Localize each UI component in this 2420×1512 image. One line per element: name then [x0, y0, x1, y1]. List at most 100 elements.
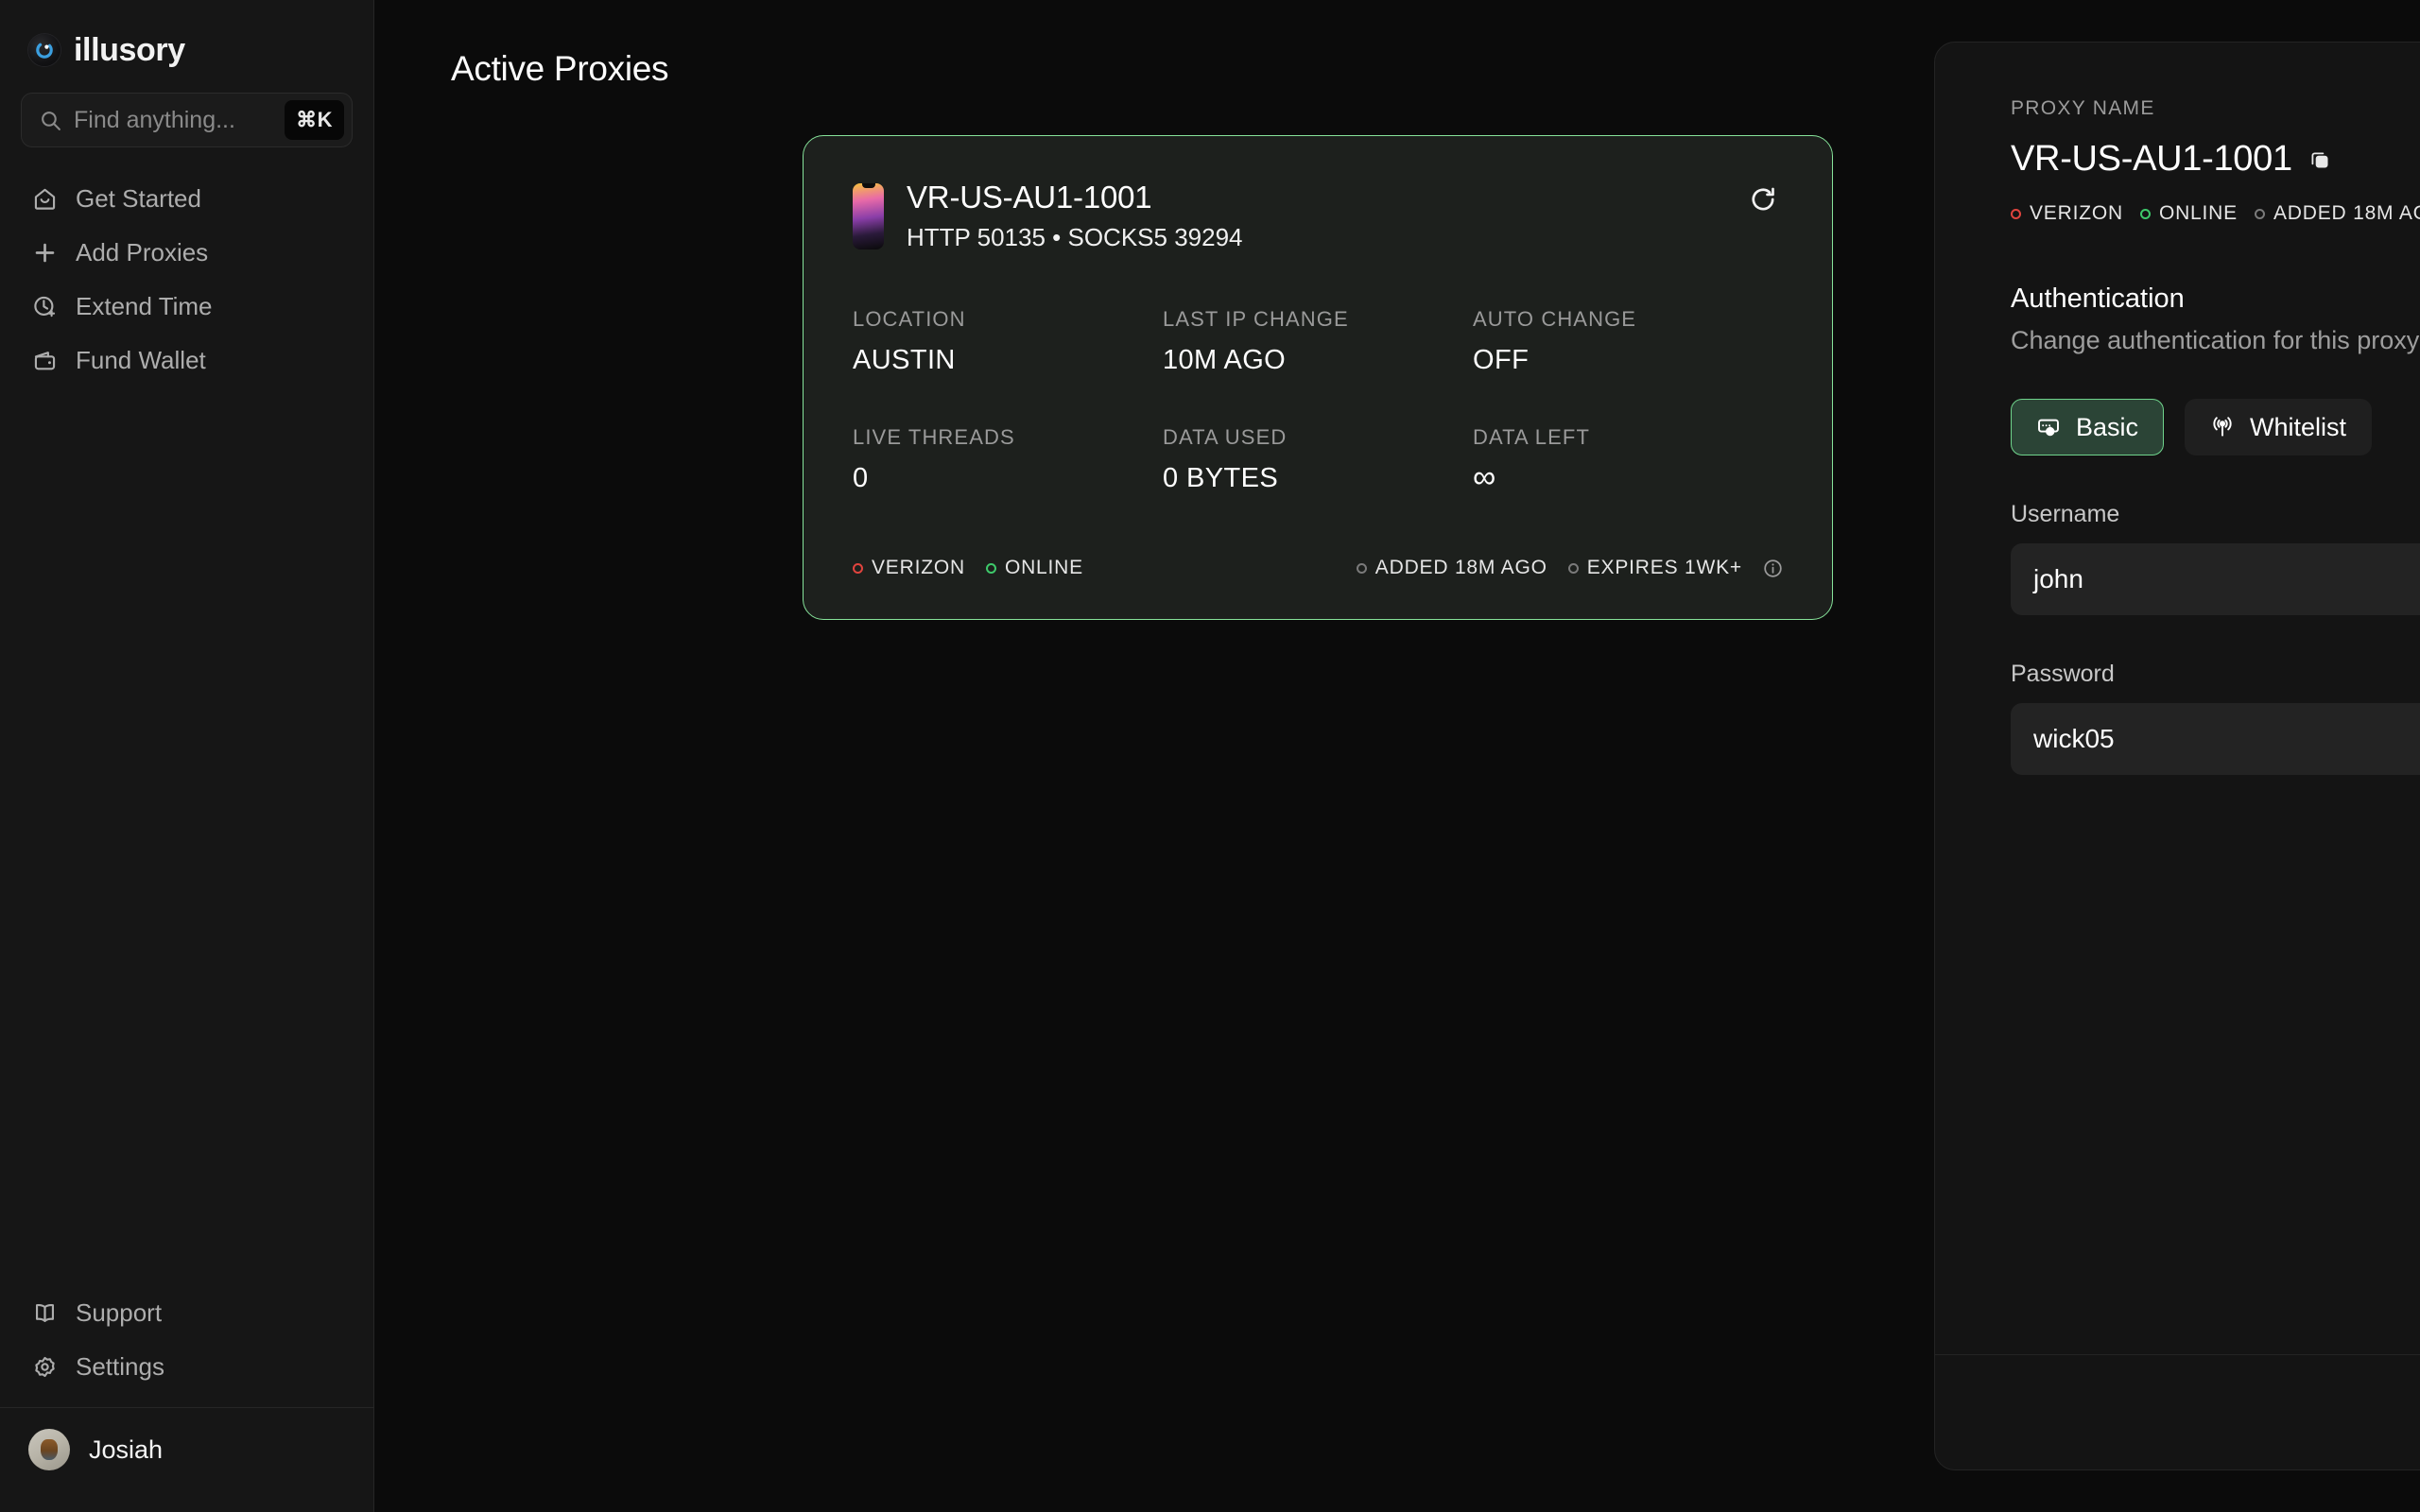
proxy-card[interactable]: VR-US-AU1-1001 HTTP 50135 • SOCKS5 39294…: [803, 135, 1833, 620]
stat-value: 10M AGO: [1163, 345, 1287, 375]
status-dot-icon: [2139, 208, 2151, 219]
username-label: Username: [2011, 501, 2120, 527]
username-input[interactable]: john: [2011, 543, 2420, 615]
stat-live-threads: LIVE THREADS 0: [853, 425, 1163, 494]
sidebar-item-settings[interactable]: Settings: [0, 1340, 373, 1394]
app-root: illusory Find anything... ⌘K Get Started…: [0, 0, 2420, 1512]
search-placeholder: Find anything...: [74, 106, 235, 133]
username-field-group: Username john: [2011, 501, 2420, 615]
sidebar-item-support[interactable]: Support: [0, 1286, 373, 1340]
status-dot-icon: [1356, 562, 1367, 574]
refresh-icon[interactable]: [1743, 180, 1783, 219]
sidebar-item-label: Get Started: [76, 184, 201, 213]
status-dot-icon: [985, 562, 996, 574]
stat-data-used: DATA USED 0 BYTES: [1163, 425, 1473, 494]
phone-icon: [853, 183, 884, 249]
stat-label: LIVE THREADS: [853, 425, 1015, 449]
search-input[interactable]: Find anything... ⌘K: [21, 93, 353, 147]
detail-proxy-name: VR-US-AU1-1001: [2011, 139, 2292, 179]
auth-section-title: Authentication: [2011, 284, 2185, 314]
proxy-card-ports: HTTP 50135 • SOCKS5 39294: [907, 223, 1243, 251]
primary-nav: Get Started Add Proxies Extend Time Fund…: [0, 172, 373, 387]
status-badge-label: VERIZON: [2030, 202, 2123, 224]
stat-auto-change: AUTO CHANGE OFF: [1473, 307, 1783, 376]
secondary-nav: Support Settings Josiah: [0, 1286, 373, 1512]
sidebar: illusory Find anything... ⌘K Get Started…: [0, 0, 374, 1512]
proxy-stats-row: LOCATION AUSTIN LAST IP CHANGE 10M AGO A…: [853, 307, 1783, 376]
tab-whitelist[interactable]: Whitelist: [2185, 399, 2373, 455]
proxy-card-header: VR-US-AU1-1001 HTTP 50135 • SOCKS5 39294: [853, 180, 1783, 252]
detail-panel-footer: Go Back: [1935, 1354, 2420, 1469]
status-badge-label: VERIZON: [872, 557, 965, 578]
brand-name: illusory: [74, 31, 185, 68]
status-badge: VERIZON: [2011, 202, 2123, 225]
status-badge: ADDED 18M AGO: [1356, 557, 1547, 579]
plus-icon: [30, 239, 59, 267]
status-badge: ONLINE: [2139, 202, 2238, 225]
password-input[interactable]: wick05: [2011, 703, 2420, 775]
broadcast-icon: [2210, 415, 2235, 439]
card-badges-left: VERIZON ONLINE: [853, 557, 1083, 579]
sidebar-item-fund-wallet[interactable]: Fund Wallet: [0, 334, 373, 387]
status-badge: ONLINE: [985, 557, 1083, 579]
stat-label: AUTO CHANGE: [1473, 307, 1637, 331]
sidebar-item-label: Extend Time: [76, 292, 213, 320]
copy-icon[interactable]: [2308, 147, 2332, 172]
wallet-icon: [30, 347, 59, 375]
stat-value: 0 BYTES: [1163, 463, 1279, 493]
password-field-group: Password wick05: [2011, 661, 2420, 775]
info-icon[interactable]: [1763, 558, 1783, 578]
proxy-stats-row: LIVE THREADS 0 DATA USED 0 BYTES DATA LE…: [853, 425, 1783, 494]
status-dot-icon: [853, 562, 863, 574]
auth-section-subtitle: Change authentication for this proxy: [2011, 326, 2420, 354]
proxy-card-name: VR-US-AU1-1001: [907, 180, 1152, 215]
main-content: Active Proxies VR-US-AU1-1001 HTTP 50135…: [374, 0, 2420, 1512]
proxy-card-footer: VERIZON ONLINE ADDED 18M AGO EXPIRES 1WK…: [853, 557, 1783, 579]
status-badge-label: ONLINE: [1004, 557, 1083, 578]
proxy-detail-panel: PROXY NAME VR-US-AU1-1001 VERIZON ONLINE…: [1934, 42, 2420, 1470]
search-shortcut-badge: ⌘K: [285, 100, 344, 140]
sidebar-item-label: Fund Wallet: [76, 346, 206, 374]
status-badge-label: EXPIRES 1WK+: [1586, 557, 1742, 578]
sidebar-item-extend-time[interactable]: Extend Time: [0, 280, 373, 334]
tab-label: Whitelist: [2250, 412, 2347, 441]
card-badges-right: ADDED 18M AGO EXPIRES 1WK+: [1356, 557, 1783, 579]
stat-value: 0: [853, 463, 869, 493]
gear-icon: [30, 1353, 59, 1382]
sidebar-item-get-started[interactable]: Get Started: [0, 172, 373, 226]
detail-title-row: VR-US-AU1-1001: [2011, 139, 2420, 180]
tab-label: Basic: [2076, 412, 2139, 441]
status-badge: ADDED 18M AGO: [2254, 202, 2420, 225]
stat-value: OFF: [1473, 345, 1530, 375]
book-icon: [30, 1299, 59, 1328]
status-badge-label: ADDED 18M AGO: [1374, 557, 1547, 578]
sidebar-item-add-proxies[interactable]: Add Proxies: [0, 226, 373, 280]
status-badge-label: ONLINE: [2158, 202, 2238, 224]
tab-basic[interactable]: Basic: [2011, 399, 2165, 455]
sidebar-item-label: Settings: [76, 1352, 164, 1381]
status-badge-label: ADDED 18M AGO: [2273, 202, 2420, 224]
search-icon: [39, 109, 62, 132]
stat-label: DATA LEFT: [1473, 425, 1590, 449]
status-badge: VERIZON: [853, 557, 965, 579]
status-dot-icon: [2011, 208, 2021, 219]
sidebar-item-label: Support: [76, 1298, 163, 1327]
detail-badges: VERIZON ONLINE ADDED 18M AGO EXPIRES 1WK…: [2011, 202, 2420, 225]
password-label: Password: [2011, 661, 2115, 687]
credential-lock-icon: [2036, 415, 2061, 439]
stat-value: ∞: [1473, 459, 1496, 495]
stat-data-left: DATA LEFT ∞: [1473, 425, 1783, 494]
search-wrapper: Find anything... ⌘K: [0, 72, 373, 147]
stat-value: AUSTIN: [853, 345, 956, 375]
eye-logo-icon: [28, 34, 60, 66]
profile-name: Josiah: [89, 1435, 164, 1464]
sidebar-item-label: Add Proxies: [76, 238, 209, 266]
proxy-identity: VR-US-AU1-1001 HTTP 50135 • SOCKS5 39294: [853, 180, 1243, 252]
proxy-stats: LOCATION AUSTIN LAST IP CHANGE 10M AGO A…: [853, 307, 1783, 494]
stat-label: DATA USED: [1163, 425, 1288, 449]
profile-button[interactable]: Josiah: [0, 1407, 373, 1491]
clock-plus-icon: [30, 293, 59, 321]
detail-panel-body: PROXY NAME VR-US-AU1-1001 VERIZON ONLINE…: [1935, 43, 2420, 1354]
status-dot-icon: [1567, 562, 1579, 574]
